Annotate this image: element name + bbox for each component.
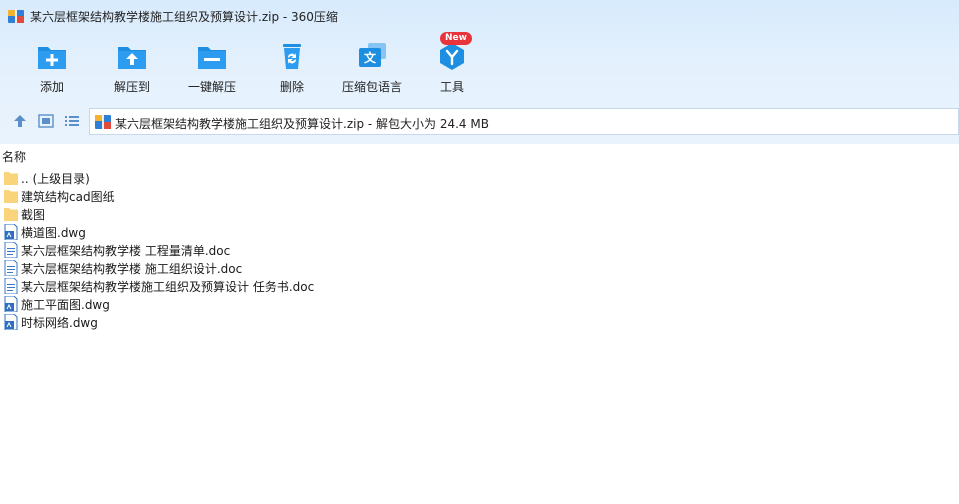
title-bar: 某六层框架结构教学楼施工组织及预算设计.zip - 360压缩: [0, 0, 959, 32]
archive-icon: [95, 114, 111, 129]
file-name: 某六层框架结构教学楼 工程量清单.doc: [21, 244, 231, 258]
svg-text:文: 文: [364, 50, 377, 65]
doc-file-icon: [4, 260, 18, 276]
address-bar[interactable]: 某六层框架结构教学楼施工组织及预算设计.zip - 解包大小为 24.4 MB: [89, 108, 959, 135]
add-folder-icon: [38, 47, 66, 69]
list-item[interactable]: 建筑结构cad图纸: [0, 187, 959, 205]
file-name: .. (上级目录): [21, 172, 90, 186]
language-icon: 文: [359, 43, 386, 67]
list-item[interactable]: 某六层框架结构教学楼 工程量清单.doc: [0, 241, 959, 259]
thumbnail-view-icon[interactable]: [38, 114, 54, 128]
delete-label: 删除: [279, 80, 304, 94]
folder-icon: [4, 172, 18, 185]
list-item[interactable]: .. (上级目录): [0, 169, 959, 187]
window-title: 某六层框架结构教学楼施工组织及预算设计.zip - 360压缩: [30, 10, 338, 24]
archive-language-button[interactable]: 文 压缩包语言: [335, 38, 409, 98]
new-badge: New: [440, 32, 472, 45]
extract-to-label: 解压到: [113, 80, 150, 94]
file-name: 截图: [21, 208, 46, 222]
recycle-bin-icon: [283, 44, 301, 69]
name-column-header[interactable]: 名称: [2, 148, 26, 165]
folder-icon: [4, 190, 18, 203]
add-label: 添加: [39, 80, 64, 94]
file-name: 横道图.dwg: [21, 226, 86, 240]
one-click-extract-button[interactable]: 一键解压: [175, 38, 249, 98]
list-item[interactable]: 某六层框架结构教学楼 施工组织设计.doc: [0, 259, 959, 277]
dwg-file-icon: [4, 314, 18, 330]
address-path: 某六层框架结构教学楼施工组织及预算设计.zip - 解包大小为 24.4 MB: [115, 117, 489, 131]
list-item[interactable]: 时标网络.dwg: [0, 313, 959, 331]
up-arrow-icon[interactable]: [12, 114, 28, 128]
archive-icon: [8, 9, 24, 23]
file-name: 某六层框架结构教学楼施工组织及预算设计 任务书.doc: [21, 280, 315, 294]
tools-button[interactable]: 工具: [415, 38, 489, 98]
add-button[interactable]: 添加: [15, 38, 89, 98]
tools-icon: [440, 43, 464, 70]
file-name: 建筑结构cad图纸: [21, 190, 115, 204]
folder-icon: [4, 208, 18, 221]
tools-label: 工具: [439, 80, 464, 94]
file-name: 施工平面图.dwg: [21, 298, 110, 312]
top-panel: 某六层框架结构教学楼施工组织及预算设计.zip - 360压缩 添加 解压到 一…: [0, 0, 959, 144]
extract-folder-icon: [118, 47, 146, 69]
list-item[interactable]: 截图: [0, 205, 959, 223]
file-name: 某六层框架结构教学楼 施工组织设计.doc: [21, 262, 243, 276]
one-click-extract-label: 一键解压: [187, 80, 236, 94]
extract-to-button[interactable]: 解压到: [95, 38, 169, 98]
list-item[interactable]: 施工平面图.dwg: [0, 295, 959, 313]
list-view-icon[interactable]: [64, 114, 80, 128]
dwg-file-icon: [4, 296, 18, 312]
doc-file-icon: [4, 242, 18, 258]
dwg-file-icon: [4, 224, 18, 240]
archive-language-label: 压缩包语言: [341, 80, 402, 94]
doc-file-icon: [4, 278, 18, 294]
one-click-extract-icon: [198, 47, 226, 69]
list-item[interactable]: 横道图.dwg: [0, 223, 959, 241]
delete-button[interactable]: 删除: [255, 38, 329, 98]
list-item[interactable]: 某六层框架结构教学楼施工组织及预算设计 任务书.doc: [0, 277, 959, 295]
file-name: 时标网络.dwg: [21, 316, 98, 330]
